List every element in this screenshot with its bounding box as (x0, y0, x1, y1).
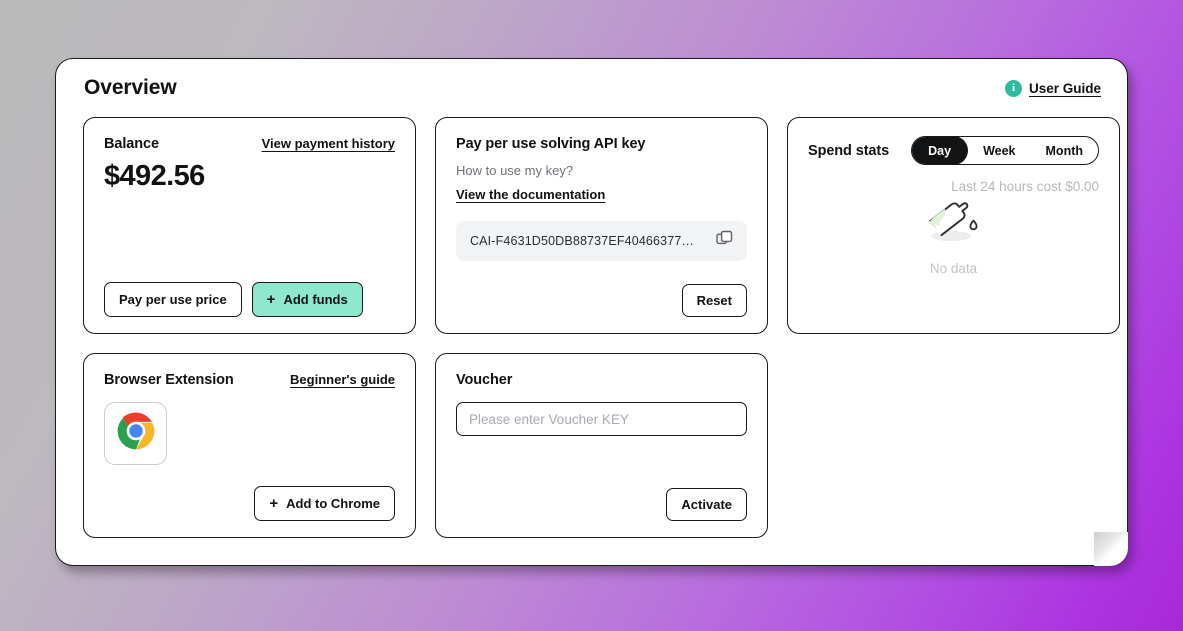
range-toggle[interactable]: Day Week Month (911, 136, 1099, 165)
copy-icon[interactable] (716, 230, 733, 252)
range-toggle-day[interactable]: Day (912, 137, 969, 164)
balance-card-actions: Pay per use price + Add funds (104, 282, 395, 317)
voucher-card: Voucher Activate (435, 353, 768, 538)
balance-card-title: Balance (104, 136, 159, 152)
api-key-field[interactable]: CAI-F4631D50DB88737EF40466377… (456, 221, 747, 261)
add-funds-button[interactable]: + Add funds (251, 282, 363, 317)
api-key-card-title: Pay per use solving API key (456, 136, 646, 152)
api-key-card: Pay per use solving API key How to use m… (435, 117, 768, 334)
browser-extension-actions: + Add to Chrome (104, 486, 395, 521)
browser-extension-title: Browser Extension (104, 372, 234, 388)
add-funds-label: Add funds (283, 292, 348, 307)
info-icon: i (1004, 79, 1022, 97)
pay-per-use-price-button[interactable]: Pay per use price (104, 282, 242, 317)
spend-stats-title: Spend stats (808, 142, 890, 159)
voucher-card-actions: Activate (456, 488, 747, 521)
add-to-chrome-label: Add to Chrome (286, 496, 380, 511)
spend-cost-text: Last 24 hours cost $0.00 (951, 179, 1099, 194)
spend-empty-state: No data (808, 200, 1099, 276)
browser-extension-card: Browser Extension Beginner's guide + Add… (83, 353, 416, 538)
empty-state-label: No data (929, 261, 978, 276)
view-documentation-link[interactable]: View the documentation (456, 187, 605, 202)
empty-bottle-icon (923, 200, 985, 251)
api-key-card-actions: Reset (456, 284, 747, 317)
page-title: Overview (84, 76, 177, 99)
overview-panel: Overview i User Guide Balance View payme… (55, 58, 1128, 566)
api-key-value: CAI-F4631D50DB88737EF40466377… (470, 234, 695, 248)
empty-grid-slot (787, 353, 1120, 538)
chrome-logo-icon (114, 409, 158, 458)
balance-card-header: Balance View payment history (104, 136, 395, 152)
chrome-extension-tile[interactable] (104, 402, 167, 465)
cards-grid: Balance View payment history $492.56 Pay… (83, 117, 1120, 538)
range-toggle-month[interactable]: Month (1031, 137, 1098, 164)
user-guide-label: User Guide (1028, 80, 1101, 96)
balance-card: Balance View payment history $492.56 Pay… (83, 117, 416, 334)
plus-icon: + (266, 291, 276, 308)
voucher-card-title: Voucher (456, 372, 513, 388)
view-payment-history-link[interactable]: View payment history (262, 136, 395, 151)
api-key-question: How to use my key? (456, 163, 574, 178)
panel-header: Overview i User Guide (56, 59, 1127, 117)
balance-amount: $492.56 (104, 160, 205, 192)
reset-api-key-button[interactable]: Reset (681, 284, 747, 317)
user-guide-link[interactable]: i User Guide (1004, 79, 1101, 97)
range-toggle-week[interactable]: Week (968, 137, 1030, 164)
spend-stats-header: Spend stats Day Week Month (808, 136, 1099, 165)
add-to-chrome-button[interactable]: + Add to Chrome (254, 486, 395, 521)
voucher-key-input[interactable] (456, 402, 747, 436)
beginners-guide-link[interactable]: Beginner's guide (290, 372, 395, 387)
spend-stats-card: Spend stats Day Week Month Last 24 hours… (787, 117, 1120, 334)
plus-icon: + (269, 495, 279, 512)
browser-extension-header: Browser Extension Beginner's guide (104, 372, 395, 388)
activate-voucher-button[interactable]: Activate (666, 488, 747, 521)
